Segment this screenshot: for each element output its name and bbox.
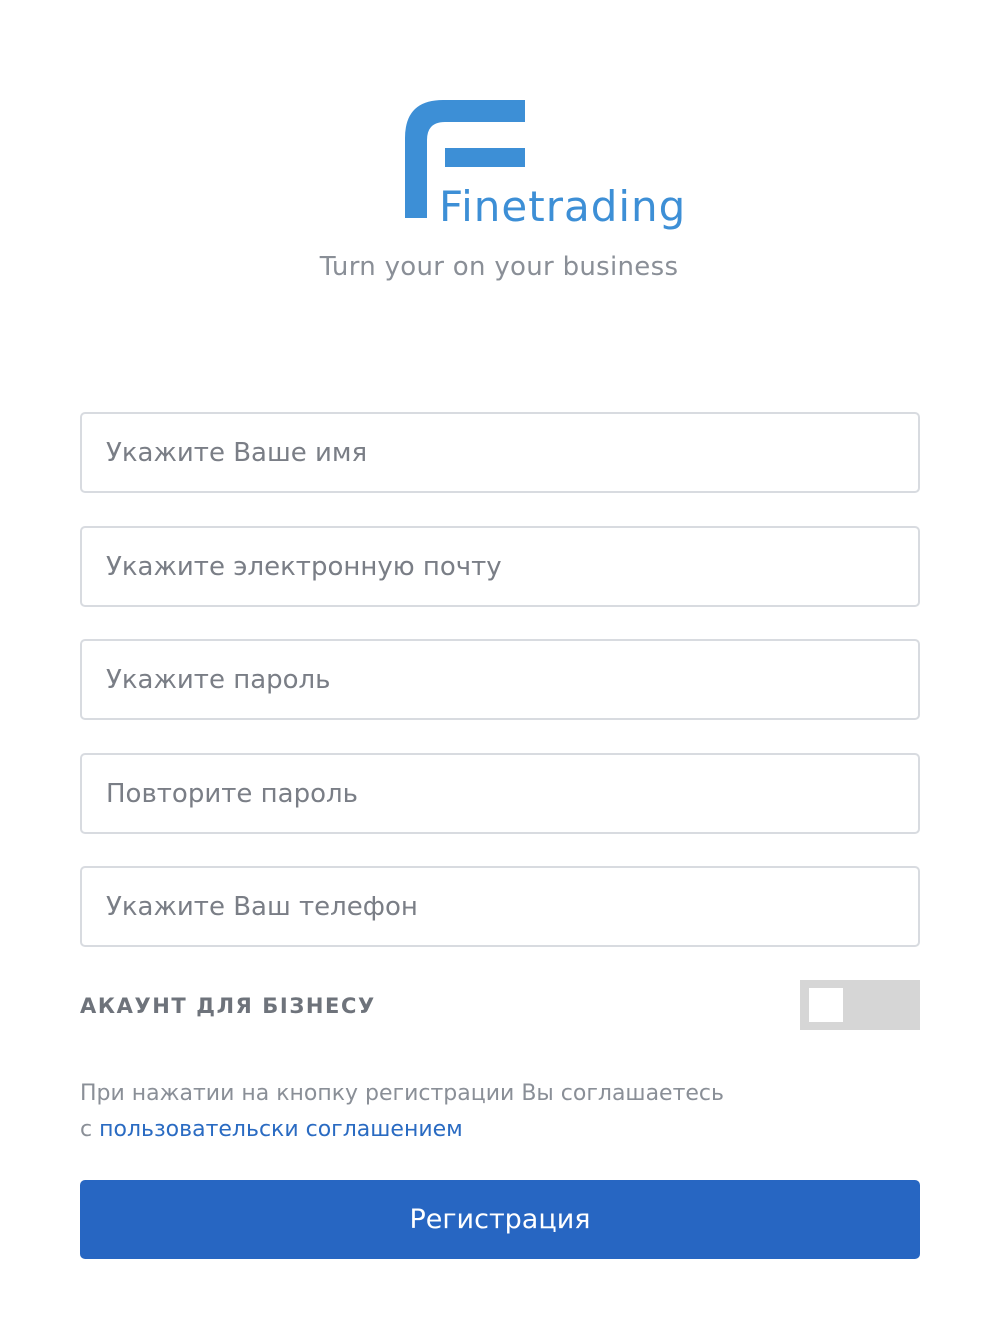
agreement-text: При нажатии на кнопку регистрации Вы сог… bbox=[80, 1076, 920, 1148]
logo-text: Finetrading bbox=[439, 182, 683, 231]
register-button[interactable]: Регистрация bbox=[80, 1180, 920, 1259]
password-input[interactable] bbox=[80, 639, 920, 720]
agreement-line1: При нажатии на кнопку регистрации Вы сог… bbox=[80, 1081, 724, 1106]
toggle-knob bbox=[809, 988, 843, 1022]
logo-mark-icon: Finetrading bbox=[405, 100, 685, 231]
name-input[interactable] bbox=[80, 412, 920, 493]
business-account-label: АКАУНТ ДЛЯ БІЗНЕСУ bbox=[80, 994, 376, 1018]
business-account-toggle[interactable] bbox=[800, 980, 920, 1030]
user-agreement-link[interactable]: пользовательски соглашением bbox=[99, 1117, 463, 1142]
email-input[interactable] bbox=[80, 526, 920, 607]
finetrading-logo: Finetrading bbox=[403, 98, 685, 232]
agreement-prefix: с bbox=[80, 1117, 100, 1142]
phone-input[interactable] bbox=[80, 866, 920, 947]
repeat-password-input[interactable] bbox=[80, 753, 920, 834]
tagline: Turn your on your business bbox=[319, 252, 679, 282]
